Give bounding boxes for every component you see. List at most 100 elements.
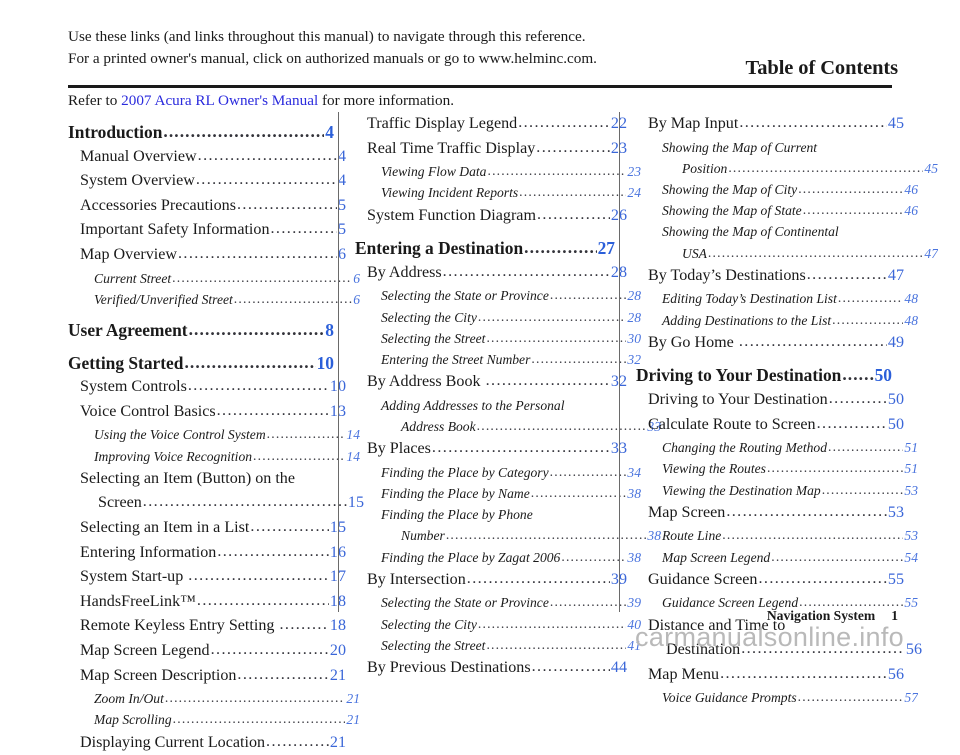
toc-page-number[interactable]: 21 bbox=[330, 731, 346, 755]
toc-entry[interactable]: Map Scrolling...........................… bbox=[68, 709, 360, 730]
toc-entry[interactable]: Voice Guidance Prompts..................… bbox=[636, 687, 918, 708]
toc-entry[interactable]: Calculate Route to Screen...............… bbox=[636, 413, 904, 438]
toc-page-number[interactable]: 55 bbox=[904, 592, 918, 613]
toc-page-number[interactable]: 50 bbox=[888, 388, 904, 413]
toc-entry[interactable]: By Go Home .............................… bbox=[636, 331, 904, 356]
toc-page-number[interactable]: 50 bbox=[875, 363, 892, 388]
toc-entry[interactable]: Using the Voice Control System..........… bbox=[68, 424, 360, 445]
toc-entry[interactable]: Changing the Routing Method.............… bbox=[636, 437, 918, 458]
toc-page-number[interactable]: 4 bbox=[325, 120, 334, 145]
toc-entry[interactable]: Entering Information....................… bbox=[68, 541, 346, 566]
toc-page-number[interactable]: 27 bbox=[598, 236, 615, 261]
toc-page-number[interactable]: 49 bbox=[888, 331, 904, 356]
toc-entry[interactable]: Improving Voice Recognition.............… bbox=[68, 446, 360, 467]
toc-entry[interactable]: Entering the Street Number..............… bbox=[355, 349, 641, 370]
toc-entry[interactable]: Driving to Your Destination.............… bbox=[636, 388, 904, 413]
toc-page-number[interactable]: 46 bbox=[904, 200, 918, 221]
toc-entry[interactable]: Number..................................… bbox=[355, 525, 661, 546]
toc-entry[interactable]: HandsFreeLink™..........................… bbox=[68, 590, 346, 615]
toc-entry[interactable]: Zoom In/Out.............................… bbox=[68, 688, 360, 709]
toc-entry[interactable]: By Intersection.........................… bbox=[355, 568, 627, 593]
toc-page-number[interactable]: 56 bbox=[906, 638, 922, 663]
toc-page-number[interactable]: 47 bbox=[888, 264, 904, 289]
toc-entry[interactable]: Accessories Precautions.................… bbox=[68, 194, 346, 219]
owners-manual-link[interactable]: 2007 Acura RL Owner's Manual bbox=[121, 92, 318, 109]
toc-entry[interactable]: User Agreement..........................… bbox=[68, 318, 334, 343]
toc-entry[interactable]: Manual Overview.........................… bbox=[68, 145, 346, 170]
toc-entry[interactable]: Showing the Map of State................… bbox=[636, 200, 918, 221]
toc-entry[interactable]: Map Screen Legend.......................… bbox=[636, 547, 918, 568]
toc-page-number[interactable]: 53 bbox=[888, 501, 904, 526]
toc-entry[interactable]: Selecting the State or Province.........… bbox=[355, 592, 641, 613]
toc-entry[interactable]: Selecting the State or Province.........… bbox=[355, 285, 641, 306]
toc-page-number[interactable]: 48 bbox=[904, 288, 918, 309]
toc-entry[interactable]: By Previous Destinations................… bbox=[355, 656, 627, 681]
toc-page-number[interactable]: 51 bbox=[904, 458, 918, 479]
toc-entry[interactable]: System Controls.........................… bbox=[68, 375, 346, 400]
toc-entry[interactable]: By Map Input............................… bbox=[636, 112, 904, 137]
toc-entry[interactable]: Address Book............................… bbox=[355, 416, 661, 437]
toc-page-number[interactable]: 46 bbox=[904, 179, 918, 200]
toc-entry[interactable]: Displaying Current Location.............… bbox=[68, 731, 346, 755]
toc-entry[interactable]: Entering a Destination..................… bbox=[355, 236, 615, 261]
toc-entry[interactable]: Viewing Incident Reports................… bbox=[355, 182, 641, 203]
toc-entry[interactable]: Adding Destinations to the List.........… bbox=[636, 310, 918, 331]
toc-entry[interactable]: Selecting the Street....................… bbox=[355, 635, 641, 656]
toc-entry[interactable]: Editing Today’s Destination List........… bbox=[636, 288, 918, 309]
toc-entry[interactable]: Map Screen Legend.......................… bbox=[68, 639, 346, 664]
toc-entry[interactable]: Current Street..........................… bbox=[68, 268, 360, 289]
toc-page-number[interactable]: 57 bbox=[904, 687, 918, 708]
toc-entry[interactable]: Introduction............................… bbox=[68, 120, 334, 145]
toc-entry[interactable]: Map Overview............................… bbox=[68, 243, 346, 268]
toc-entry[interactable]: USA.....................................… bbox=[636, 243, 938, 264]
toc-page-number[interactable]: 21 bbox=[330, 664, 346, 689]
toc-entry[interactable]: System Function Diagram.................… bbox=[355, 204, 627, 229]
toc-entry[interactable]: Finding the Place by Name...............… bbox=[355, 483, 641, 504]
toc-entry[interactable]: Finding the Place by Zagat 2006.........… bbox=[355, 547, 641, 568]
toc-entry[interactable]: Remote Keyless Entry Setting ...........… bbox=[68, 614, 346, 639]
toc-page-number[interactable]: 55 bbox=[888, 568, 904, 593]
toc-entry[interactable]: Real Time Traffic Display...............… bbox=[355, 137, 627, 162]
toc-page-number[interactable]: 47 bbox=[924, 243, 938, 264]
toc-entry[interactable]: Guidance Screen.........................… bbox=[636, 568, 904, 593]
toc-entry[interactable]: Map Screen Description..................… bbox=[68, 664, 346, 689]
toc-entry[interactable]: By Today’s Destinations.................… bbox=[636, 264, 904, 289]
toc-page-number[interactable]: 20 bbox=[330, 639, 346, 664]
toc-entry[interactable]: Selecting the City......................… bbox=[355, 614, 641, 635]
toc-entry[interactable]: Traffic Display Legend..................… bbox=[355, 112, 627, 137]
toc-entry[interactable]: Viewing the Destination Map.............… bbox=[636, 480, 918, 501]
toc-page-number[interactable]: 53 bbox=[904, 480, 918, 501]
toc-entry[interactable]: By Places...............................… bbox=[355, 437, 627, 462]
toc-page-number[interactable]: 45 bbox=[924, 158, 938, 179]
toc-page-number[interactable]: 21 bbox=[346, 709, 360, 730]
toc-entry[interactable]: Viewing Flow Data.......................… bbox=[355, 161, 641, 182]
toc-entry[interactable]: System Overview.........................… bbox=[68, 169, 346, 194]
toc-page-number[interactable]: 44 bbox=[611, 656, 627, 681]
toc-entry[interactable]: Selecting an Item in a List.............… bbox=[68, 516, 346, 541]
toc-page-number[interactable]: 53 bbox=[904, 525, 918, 546]
toc-entry[interactable]: Map Screen..............................… bbox=[636, 501, 904, 526]
toc-entry[interactable]: Important Safety Information............… bbox=[68, 218, 346, 243]
toc-entry[interactable]: Viewing the Routes......................… bbox=[636, 458, 918, 479]
toc-page-number[interactable]: 21 bbox=[346, 688, 360, 709]
toc-entry[interactable]: Getting Started.........................… bbox=[68, 351, 334, 376]
toc-page-number[interactable]: 8 bbox=[325, 318, 334, 343]
toc-entry[interactable]: By Address Book ........................… bbox=[355, 370, 627, 395]
toc-page-number[interactable]: 51 bbox=[904, 437, 918, 458]
toc-page-number[interactable]: 50 bbox=[888, 413, 904, 438]
toc-entry[interactable]: Screen..................................… bbox=[68, 491, 364, 516]
toc-entry[interactable]: Route Line..............................… bbox=[636, 525, 918, 546]
toc-entry[interactable]: Map Menu................................… bbox=[636, 663, 904, 688]
toc-page-number[interactable]: 48 bbox=[904, 310, 918, 331]
toc-entry[interactable]: System Start-up ........................… bbox=[68, 565, 346, 590]
toc-entry[interactable]: Selecting the Street....................… bbox=[355, 328, 641, 349]
toc-page-number[interactable]: 45 bbox=[888, 112, 904, 137]
toc-page-number[interactable]: 54 bbox=[904, 547, 918, 568]
toc-page-number[interactable]: 56 bbox=[888, 663, 904, 688]
toc-entry[interactable]: Position................................… bbox=[636, 158, 938, 179]
toc-entry[interactable]: Finding the Place by Category...........… bbox=[355, 462, 641, 483]
toc-entry[interactable]: Voice Control Basics....................… bbox=[68, 400, 346, 425]
toc-entry[interactable]: Showing the Map of City.................… bbox=[636, 179, 918, 200]
toc-page-number[interactable]: 10 bbox=[317, 351, 334, 376]
toc-entry[interactable]: Driving to Your Destination.............… bbox=[636, 363, 892, 388]
